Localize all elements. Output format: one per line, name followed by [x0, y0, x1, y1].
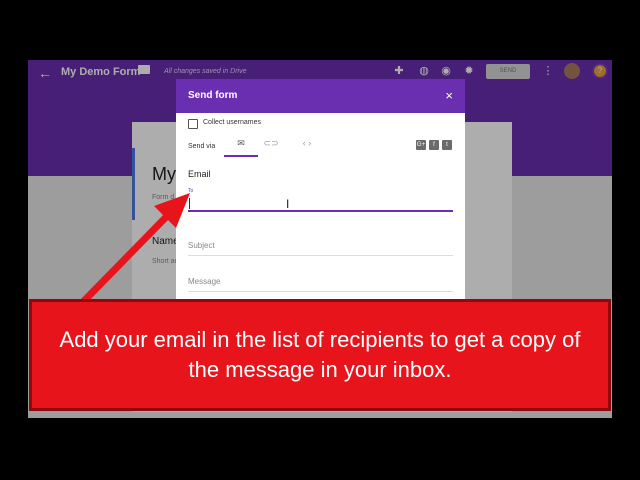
- caption-banner: Add your email in the list of recipients…: [29, 299, 611, 411]
- caption-text: Add your email in the list of recipients…: [59, 327, 581, 382]
- arrow-shaft: [76, 209, 174, 309]
